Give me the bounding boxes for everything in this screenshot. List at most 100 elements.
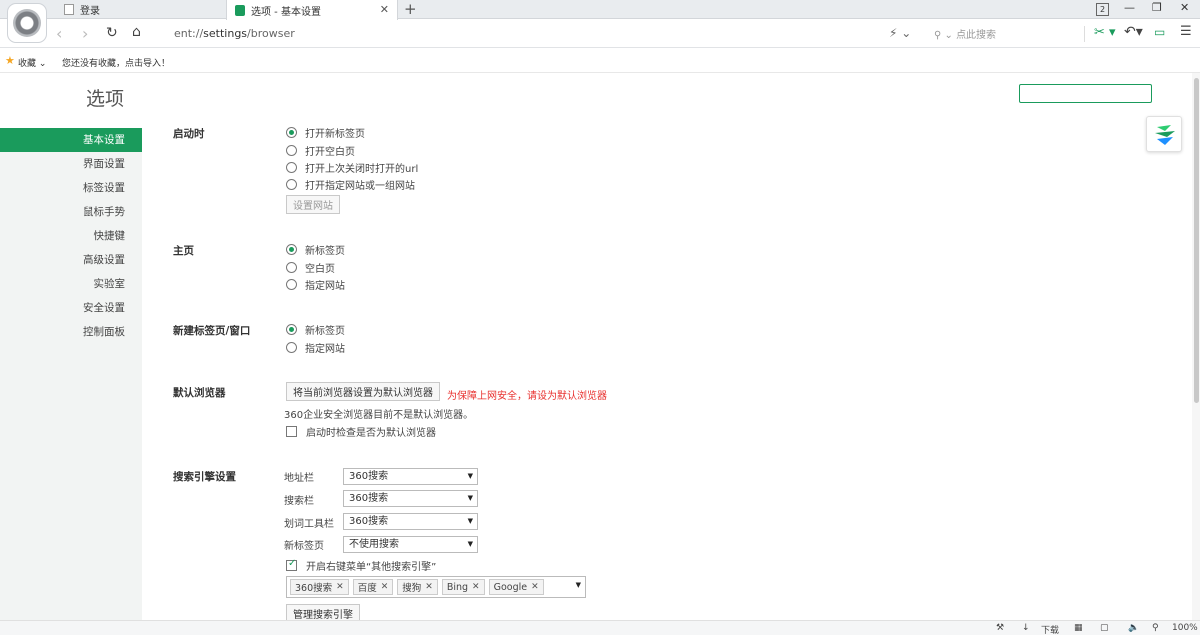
remove-icon[interactable]: ✕ bbox=[336, 582, 344, 592]
tab-settings[interactable]: 选项 - 基本设置 ✕ bbox=[226, 0, 398, 20]
page-icon bbox=[64, 4, 74, 15]
close-tab-icon[interactable]: ✕ bbox=[380, 3, 389, 16]
tab-login[interactable]: 登录 bbox=[56, 0, 224, 19]
reload-icon[interactable]: ↻ bbox=[106, 25, 118, 41]
restore-icon[interactable]: ❐ bbox=[1152, 1, 1162, 14]
download-icon[interactable]: ↓ bbox=[1022, 623, 1030, 633]
sidebar-item-tabs[interactable]: 标签设置 bbox=[0, 176, 142, 200]
tab-label: 登录 bbox=[80, 6, 100, 17]
engine-chip[interactable]: 搜狗 ✕ bbox=[397, 579, 438, 595]
startup-option[interactable]: 打开空白页 bbox=[286, 142, 355, 158]
home-icon[interactable]: ⌂ bbox=[132, 24, 141, 40]
tab-strip: 登录 选项 - 基本设置 ✕ + 2 — ❐ ✕ bbox=[0, 0, 1200, 43]
wrench-icon bbox=[235, 4, 245, 16]
dropdown-arrow-icon: ▼ bbox=[467, 472, 473, 480]
startup-option[interactable]: 打开上次关闭时打开的url bbox=[286, 159, 418, 175]
forward-icon[interactable]: › bbox=[82, 24, 88, 43]
sidebar-item-interface[interactable]: 界面设置 bbox=[0, 152, 142, 176]
dropdown-arrow-icon: ▼ bbox=[467, 517, 473, 525]
scroll-thumb[interactable] bbox=[1194, 78, 1199, 403]
address-toolbar: ‹ › ↻ ⌂ ent://settings/browser ⚡ ⌄ ⚲ ⌄ 点… bbox=[0, 20, 1200, 48]
sidebar-item-control-panel[interactable]: 控制面板 bbox=[0, 320, 142, 344]
address-bar-engine-select[interactable]: 360搜索 ▼ bbox=[343, 468, 478, 485]
radio-icon[interactable] bbox=[286, 243, 297, 255]
radio-icon[interactable] bbox=[286, 261, 297, 273]
download-label[interactable]: 下载 bbox=[1041, 623, 1059, 635]
browser-logo-icon[interactable] bbox=[7, 3, 47, 43]
radio-icon[interactable] bbox=[286, 161, 297, 173]
bookmarks-menu[interactable]: 收藏 ⌄ bbox=[18, 56, 46, 69]
startup-option[interactable]: 打开指定网站或一组网站 bbox=[286, 176, 415, 192]
window-icon[interactable]: ▢ bbox=[1100, 623, 1109, 633]
default-browser-label: 默认浏览器 bbox=[173, 387, 226, 399]
undo-close-icon[interactable]: ↶▾ bbox=[1124, 24, 1143, 40]
radio-icon[interactable] bbox=[286, 323, 297, 335]
newtab-option[interactable]: 指定网站 bbox=[286, 339, 345, 355]
zoom-level[interactable]: 100% bbox=[1172, 623, 1198, 633]
address-input[interactable]: ent://settings/browser bbox=[174, 27, 295, 40]
newtab-label: 新建标签页/窗口 bbox=[173, 325, 251, 337]
engine-row-label: 新标签页 bbox=[284, 541, 324, 552]
settings-search-input[interactable] bbox=[1019, 84, 1152, 103]
chat-icon[interactable]: ▭ bbox=[1154, 25, 1165, 39]
dropdown-arrow-icon[interactable]: ▼ bbox=[576, 581, 581, 589]
search-input[interactable]: ⚲ ⌄ 点此搜索 bbox=[934, 26, 996, 41]
menu-icon[interactable]: ☰ bbox=[1180, 24, 1192, 39]
homepage-option[interactable]: 新标签页 bbox=[286, 241, 345, 257]
trash-icon[interactable]: ▦ bbox=[1074, 623, 1083, 633]
screenshot-scissors-icon[interactable]: ✂ ▾ bbox=[1094, 25, 1116, 40]
startup-option[interactable]: 打开新标签页 bbox=[286, 124, 365, 140]
newtab-engine-select[interactable]: 不使用搜索 ▼ bbox=[343, 536, 478, 553]
sidebar-item-basic[interactable]: 基本设置 bbox=[0, 128, 142, 152]
engine-chip[interactable]: Bing ✕ bbox=[441, 579, 485, 595]
radio-icon[interactable] bbox=[286, 341, 297, 353]
close-window-icon[interactable]: ✕ bbox=[1180, 1, 1189, 14]
radio-icon[interactable] bbox=[286, 278, 297, 290]
toolbar-divider bbox=[1084, 26, 1085, 42]
engine-row-label: 地址栏 bbox=[284, 473, 314, 484]
tab-label: 选项 - 基本设置 bbox=[251, 6, 321, 18]
homepage-option[interactable]: 指定网站 bbox=[286, 276, 345, 292]
checkbox-icon[interactable] bbox=[286, 425, 297, 437]
checkbox-icon[interactable] bbox=[286, 558, 297, 571]
remove-icon[interactable]: ✕ bbox=[425, 582, 433, 592]
radio-icon[interactable] bbox=[286, 178, 297, 190]
sidebar-item-lab[interactable]: 实验室 bbox=[0, 272, 142, 296]
back-icon[interactable]: ‹ bbox=[56, 24, 62, 43]
engine-chip[interactable]: Google ✕ bbox=[488, 579, 544, 595]
context-menu-engines-option[interactable]: 开启右键菜单“其他搜索引擎” bbox=[286, 557, 436, 573]
status-bar: ⚒ ↓ 下载 ▦ ▢ 🔈 ⚲ 100% bbox=[0, 620, 1200, 635]
extension-logo-icon[interactable] bbox=[1146, 116, 1182, 152]
import-bookmarks-link[interactable]: 您还没有收藏，点击导入！ bbox=[62, 56, 170, 69]
set-default-browser-button[interactable]: 将当前浏览器设置为默认浏览器 bbox=[286, 382, 440, 401]
sidebar-item-gestures[interactable]: 鼠标手势 bbox=[0, 200, 142, 224]
page-scrollbar[interactable] bbox=[1192, 73, 1200, 620]
sidebar-item-advanced[interactable]: 高级设置 bbox=[0, 248, 142, 272]
tab-count-badge[interactable]: 2 bbox=[1096, 3, 1109, 16]
engine-chip-list[interactable]: 360搜索 ✕ 百度 ✕ 搜狗 ✕ Bing ✕ Google ✕ ▼ bbox=[286, 576, 586, 598]
set-sites-button[interactable]: 设置网站 bbox=[286, 195, 340, 214]
search-engine-label: 搜索引擎设置 bbox=[173, 471, 236, 483]
newtab-option[interactable]: 新标签页 bbox=[286, 321, 345, 337]
volume-icon[interactable]: 🔈 bbox=[1128, 623, 1139, 633]
check-default-option[interactable]: 启动时检查是否为默认浏览器 bbox=[286, 423, 436, 439]
speed-mode-icon[interactable]: ⚡ ⌄ bbox=[889, 26, 911, 40]
radio-icon[interactable] bbox=[286, 144, 297, 156]
tools-icon[interactable]: ⚒ bbox=[996, 623, 1004, 633]
remove-icon[interactable]: ✕ bbox=[472, 582, 480, 592]
homepage-label: 主页 bbox=[173, 245, 194, 257]
engine-chip[interactable]: 360搜索 ✕ bbox=[290, 579, 349, 595]
sidebar-item-shortcuts[interactable]: 快捷键 bbox=[0, 224, 142, 248]
homepage-option[interactable]: 空白页 bbox=[286, 259, 335, 275]
remove-icon[interactable]: ✕ bbox=[531, 582, 539, 592]
selection-toolbar-engine-select[interactable]: 360搜索 ▼ bbox=[343, 513, 478, 530]
engine-chip[interactable]: 百度 ✕ bbox=[352, 579, 394, 595]
dropdown-arrow-icon: ▼ bbox=[467, 494, 473, 502]
zoom-icon[interactable]: ⚲ bbox=[1152, 623, 1159, 633]
search-bar-engine-select[interactable]: 360搜索 ▼ bbox=[343, 490, 478, 507]
remove-icon[interactable]: ✕ bbox=[381, 582, 389, 592]
radio-icon[interactable] bbox=[286, 126, 297, 138]
new-tab-icon[interactable]: + bbox=[404, 0, 417, 18]
sidebar-item-security[interactable]: 安全设置 bbox=[0, 296, 142, 320]
minimize-icon[interactable]: — bbox=[1124, 1, 1135, 14]
